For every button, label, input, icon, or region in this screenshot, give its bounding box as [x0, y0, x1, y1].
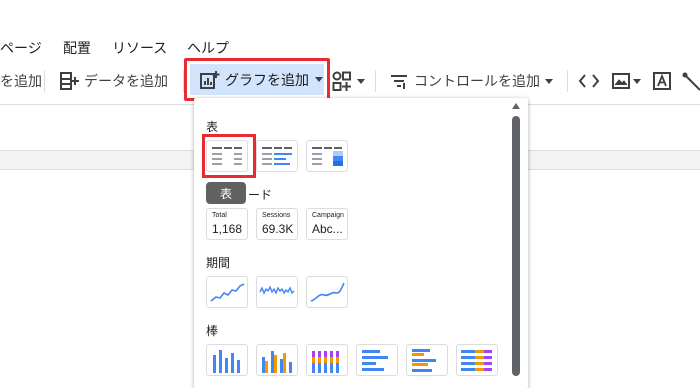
chevron-down-icon — [315, 77, 323, 82]
scorecard-label: Campaign — [312, 212, 344, 219]
add-page-label: を追加 — [0, 74, 42, 90]
section-label-bar: 棒 — [206, 324, 219, 338]
tooltip: 表 — [206, 182, 246, 204]
scorecard-value: Abc... — [312, 222, 343, 236]
smooth-line-icon — [310, 282, 345, 302]
chart-option-column[interactable] — [206, 344, 248, 376]
add-chart-button[interactable]: グラフを追加 — [190, 64, 324, 95]
chart-option-scorecard-text[interactable]: Campaign Abc... — [306, 208, 348, 240]
scorecard-label: Total — [212, 212, 227, 219]
chevron-down-icon — [357, 78, 365, 84]
chart-option-table-bars[interactable] — [256, 140, 298, 172]
stacked-bar-icon — [461, 350, 492, 371]
toolbar-divider — [44, 70, 45, 92]
chart-option-grouped-bar[interactable] — [406, 344, 448, 376]
code-icon — [577, 70, 601, 92]
add-data-label: データを追加 — [84, 74, 168, 90]
add-page-button[interactable]: を追加 — [0, 66, 42, 96]
control-filter-icon — [388, 70, 410, 92]
menu-arrange[interactable]: 配置 — [63, 38, 91, 58]
grouped-column-icon — [262, 351, 292, 373]
scrollbar-thumb[interactable] — [512, 116, 520, 376]
toolbar-divider — [567, 70, 568, 92]
chart-option-table-heatmap[interactable] — [306, 140, 348, 172]
section-label-scorecard: ード — [248, 188, 273, 202]
add-component-button[interactable] — [330, 66, 365, 96]
chart-option-stacked-column[interactable] — [306, 344, 348, 376]
menu-bar: ページ 配置 リソース ヘルプ — [0, 0, 700, 58]
add-chart-label: グラフを追加 — [225, 72, 309, 89]
section-label-period: 期間 — [206, 256, 231, 270]
chart-option-sparkline[interactable] — [256, 276, 298, 308]
table-option-highlight — [202, 134, 256, 178]
menu-help[interactable]: ヘルプ — [187, 38, 229, 58]
add-data-button[interactable]: データを追加 — [58, 66, 168, 96]
add-control-label: コントロールを追加 — [414, 74, 540, 90]
add-data-icon — [58, 70, 80, 92]
chart-option-smooth-timeseries[interactable] — [306, 276, 348, 308]
scorecard-value: 69.3K — [262, 222, 294, 236]
chart-option-grouped-column[interactable] — [256, 344, 298, 376]
scroll-up-icon[interactable] — [512, 103, 520, 109]
line-icon — [681, 70, 700, 92]
table-heatmap-icon — [312, 147, 343, 166]
section-label-table: 表 — [206, 120, 219, 134]
chart-option-timeseries[interactable] — [206, 276, 248, 308]
text-box-button[interactable] — [651, 66, 673, 96]
chart-option-scorecard-total[interactable]: Total 1,168 — [206, 208, 248, 240]
image-button[interactable] — [610, 66, 641, 96]
menu-resource[interactable]: リソース — [112, 38, 167, 58]
chart-option-stacked-bar[interactable] — [456, 344, 498, 376]
grouped-bar-icon — [412, 349, 436, 372]
sparkline-icon — [259, 285, 295, 295]
embed-code-button[interactable] — [577, 66, 601, 96]
table-bars-icon — [262, 147, 292, 165]
timeseries-icon — [210, 283, 245, 302]
stacked-column-icon — [312, 351, 339, 373]
line-button[interactable] — [681, 66, 700, 96]
scorecard-label: Sessions — [262, 212, 291, 219]
chevron-down-icon — [633, 78, 641, 84]
chevron-down-icon — [545, 78, 553, 84]
chart-option-bar[interactable] — [356, 344, 398, 376]
add-component-icon — [330, 70, 356, 92]
text-box-icon — [651, 70, 673, 92]
add-chart-highlight: グラフを追加 — [184, 58, 330, 101]
scorecard-value: 1,168 — [212, 222, 243, 236]
menu-page[interactable]: ページ — [0, 38, 42, 58]
column-chart-icon — [213, 350, 240, 373]
chart-option-scorecard-compact[interactable]: Sessions 69.3K — [256, 208, 298, 240]
toolbar-divider — [375, 70, 376, 92]
image-icon — [610, 70, 632, 92]
add-control-button[interactable]: コントロールを追加 — [388, 66, 553, 96]
bar-chart-icon — [362, 350, 388, 371]
add-chart-icon — [198, 69, 220, 91]
